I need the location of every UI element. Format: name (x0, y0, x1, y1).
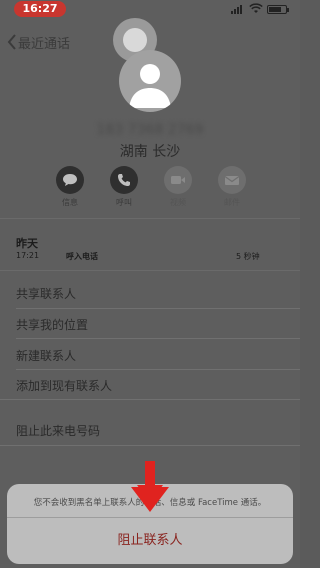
call-time: 17:21 (16, 251, 40, 260)
new-contact-item[interactable]: 新建联系人 (16, 347, 76, 364)
call-button[interactable]: 呼叫 (104, 166, 144, 208)
divider (0, 218, 300, 219)
share-contact-item[interactable]: 共享联系人 (16, 285, 76, 302)
person-silhouette-icon (129, 64, 171, 108)
divider (0, 270, 300, 271)
divider (16, 338, 300, 339)
video-label: 视频 (170, 198, 186, 207)
contact-location: 湖南 长沙 (119, 144, 181, 160)
call-history-heading: 昨天 (16, 237, 38, 250)
mail-label: 邮件 (224, 198, 240, 207)
signal-icon (231, 5, 245, 14)
call-type: 呼入电话 (66, 252, 98, 261)
phone-screen: 16:27 最近通话 183 7368 2769 湖南 长沙 信息 呼叫 视频 … (0, 0, 300, 568)
battery-level (269, 7, 281, 12)
call-duration: 5 秒钟 (236, 252, 260, 261)
wifi-icon (249, 3, 263, 13)
divider (16, 308, 300, 309)
chevron-left-icon (7, 34, 16, 50)
status-bar: 16:27 (0, 0, 300, 18)
mail-button[interactable]: 邮件 (212, 166, 252, 208)
message-icon (56, 166, 84, 194)
block-contact-button[interactable]: 阻止联系人 (7, 518, 293, 564)
back-button[interactable]: 最近通话 (6, 30, 70, 54)
divider (16, 369, 300, 370)
arrow-down-icon (131, 461, 169, 512)
divider (0, 399, 300, 400)
video-icon (164, 166, 192, 194)
block-caller-item[interactable]: 阻止此来电号码 (16, 422, 100, 439)
status-time: 16:27 (14, 1, 66, 17)
call-label: 呼叫 (116, 198, 132, 207)
avatar (119, 50, 181, 112)
divider (0, 445, 300, 446)
message-label: 信息 (62, 198, 78, 207)
share-location-item[interactable]: 共享我的位置 (16, 316, 88, 333)
battery-icon (267, 5, 289, 14)
phone-icon (110, 166, 138, 194)
video-button[interactable]: 视频 (158, 166, 198, 208)
contact-phone-number: 183 7368 2769 (96, 122, 204, 138)
back-label: 最近通话 (18, 36, 71, 52)
message-button[interactable]: 信息 (50, 166, 90, 208)
mail-icon (218, 166, 246, 194)
add-to-existing-contact-item[interactable]: 添加到现有联系人 (16, 377, 112, 394)
